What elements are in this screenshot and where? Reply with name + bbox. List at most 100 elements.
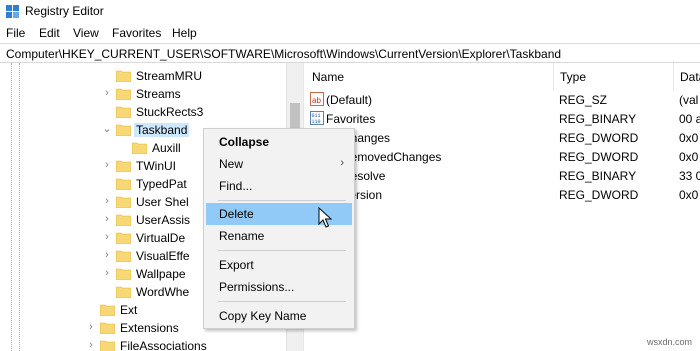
folder-icon [115,267,132,281]
address-path[interactable]: Computer\HKEY_CURRENT_USER\SOFTWARE\Micr… [6,47,561,61]
list-header: Name Type Data [306,63,700,90]
value-data: 33 0 [679,169,700,183]
menu-favorites[interactable]: Favorites [112,26,161,40]
folder-icon [115,105,132,119]
menu-divider [218,250,346,251]
tree-node-label: Streams [136,87,181,101]
menu-edit[interactable]: Edit [39,26,60,40]
menu-file[interactable]: File [6,26,25,40]
menu-bar: File Edit View Favorites Help [0,23,700,43]
tree-node-label: UserAssis [136,213,191,227]
value-type: REG_DWORD [559,150,639,164]
expand-icon[interactable]: › [102,267,112,279]
expand-icon[interactable]: › [86,321,96,333]
tree-node-label: TypedPat [136,177,187,191]
tree-node-label: StuckRects3 [136,105,204,119]
value-row[interactable]: tesRemovedChanges REG_DWORD 0x0 [306,147,700,166]
folder-icon [115,249,132,263]
value-data: (val [679,93,699,107]
value-row[interactable]: 011 110 Favorites REG_BINARY 00 a [306,109,700,128]
value-data: 00 a [679,112,700,126]
column-type[interactable]: Type [560,70,586,84]
open-folder-icon [115,123,132,137]
title-bar: Registry Editor [0,0,700,23]
collapse-chevron-icon[interactable]: ⌄ [102,123,112,135]
copy-key-name-menu-item[interactable]: Copy Key Name [206,305,352,327]
value-row[interactable]: tesChanges REG_DWORD 0x0 [306,128,700,147]
column-name[interactable]: Name [312,70,344,84]
new-menu-item[interactable]: New › [206,153,352,175]
value-type: REG_BINARY [559,169,637,183]
submenu-arrow-icon: › [340,157,344,169]
menu-item-label: Permissions... [219,280,295,294]
folder-icon [115,213,132,227]
tree-node-label: Extensions [120,321,179,335]
tree-node-label: User Shel [136,195,189,209]
expand-icon[interactable]: › [86,339,96,351]
tree-guide-line [11,63,12,351]
collapse-menu-item[interactable]: Collapse [206,131,352,153]
column-separator[interactable] [673,63,674,90]
expand-icon[interactable]: › [102,159,112,171]
window-title: Registry Editor [25,4,104,18]
column-data[interactable]: Data [680,70,700,84]
watermark: wsxdn.com [646,337,692,347]
menu-item-label: New [219,157,244,171]
tree-node-label: Ext [120,303,138,317]
value-type: REG_BINARY [559,112,637,126]
menu-item-label: Delete [219,207,254,221]
menu-item-label: Find... [219,179,253,193]
expand-icon[interactable]: › [102,87,112,99]
menu-view[interactable]: View [73,26,99,40]
permissions-menu-item[interactable]: Permissions... [206,276,352,298]
registry-editor-icon [6,5,19,18]
folder-icon [99,321,116,335]
menu-item-label: Rename [219,229,265,243]
address-bar[interactable]: Computer\HKEY_CURRENT_USER\SOFTWARE\Micr… [0,43,700,63]
tree-node-label: VirtualDe [136,231,186,245]
expand-icon[interactable]: › [102,195,112,207]
find-menu-item[interactable]: Find... [206,175,352,197]
value-name: Favorites [326,112,376,126]
tree-node-label: TWinUI [136,159,176,173]
value-data: 0x0 [679,188,699,202]
tree-node-label: WordWhe [136,285,190,299]
menu-help[interactable]: Help [172,26,197,40]
tree-node-label: StreamMRU [136,69,203,83]
expand-icon[interactable]: › [102,249,112,261]
folder-icon [115,159,132,173]
value-row[interactable]: ab (Default) REG_SZ (val [306,90,700,109]
folder-icon [115,177,132,191]
folder-icon [115,285,132,299]
column-separator[interactable] [553,63,554,90]
svg-text:110: 110 [312,119,321,125]
value-type: REG_SZ [559,93,608,107]
value-row[interactable]: tesVersion REG_DWORD 0x0 [306,185,700,204]
menu-item-label: Export [219,258,254,272]
string-value-icon: ab [310,92,324,106]
tree-node-label: Wallpape [136,267,186,281]
value-data: 0x0 [679,131,699,145]
value-type: REG_DWORD [559,131,639,145]
folder-icon [115,87,132,101]
tree-node-label: Taskband [134,123,190,137]
folder-icon [115,231,132,245]
export-menu-item[interactable]: Export [206,254,352,276]
menu-item-label: Copy Key Name [219,309,307,323]
expand-icon[interactable]: › [102,231,112,243]
value-type: REG_DWORD [559,188,639,202]
folder-icon [131,141,148,155]
binary-value-icon: 011110 [310,111,324,125]
menu-item-label: Collapse [219,135,270,149]
value-row[interactable]: tesResolve REG_BINARY 33 0 [306,166,700,185]
menu-divider [218,301,346,302]
tree-node-label: Auxill [152,141,181,155]
svg-text:ab: ab [312,96,321,105]
tree-node-label: FileAssociations [120,339,207,351]
menu-divider [218,200,346,201]
expand-icon[interactable]: › [102,213,112,225]
tree-node-label: VisualEffe [136,249,190,263]
folder-icon [115,69,132,83]
folder-icon [99,339,116,351]
folder-icon [99,303,116,317]
